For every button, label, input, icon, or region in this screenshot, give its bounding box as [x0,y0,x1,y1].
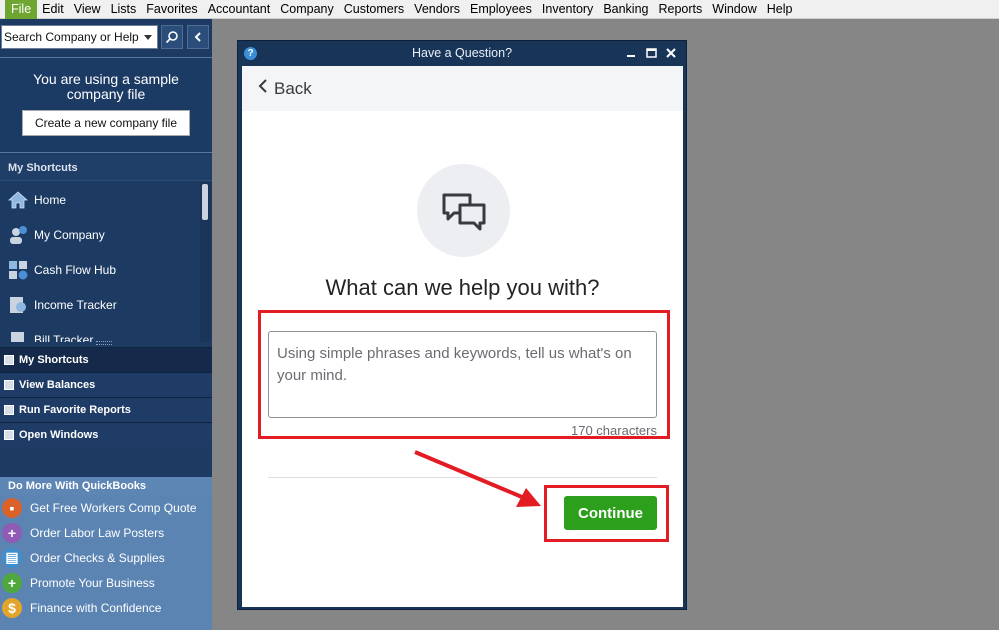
annotation-arrow [414,450,541,507]
